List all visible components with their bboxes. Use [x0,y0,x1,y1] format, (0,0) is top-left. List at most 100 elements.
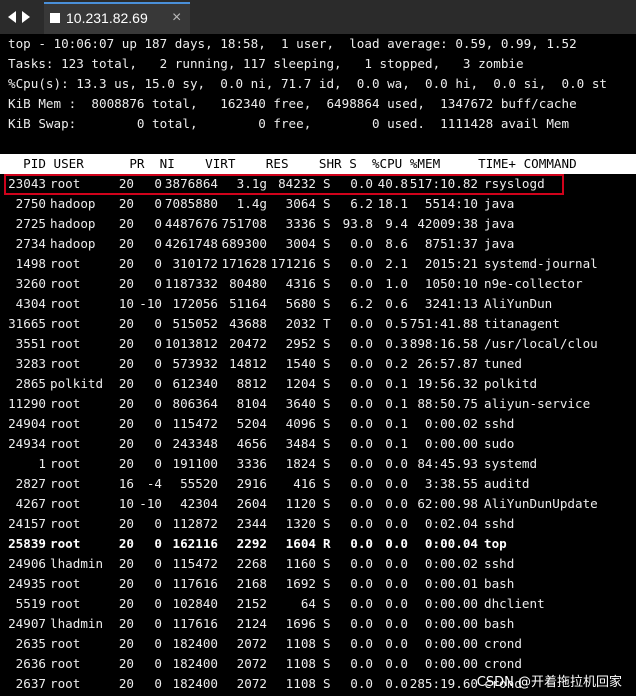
tab-title: 10.231.82.69 [66,10,148,26]
table-row: 24907 lhadmin 20 0 117616 2124 1696 S 0.0 0.0 0:00… [0,614,636,634]
cell-cmd: sshd [484,556,515,571]
cell-cpu: 0.0 [350,276,373,291]
cell-s: R [323,536,331,551]
cell-cpu: 0.0 [350,596,373,611]
cell-res: 8104 [236,396,267,411]
terminal-output[interactable]: top - 10:06:07 up 187 days, 18:58, 1 use… [0,34,636,696]
cell-time: 5514:10 [424,196,478,211]
cell-mem: 0.0 [385,636,408,651]
cell-user: root [50,396,81,411]
cell-time: 3241:13 [424,296,478,311]
cell-res: 14812 [229,356,267,371]
cell-virt: 182400 [172,676,219,691]
cell-pr: 20 [118,556,134,571]
cell-pid: 24935 [8,576,46,591]
cell-cmd: AliYunDun [484,296,553,311]
cell-pid: 4304 [15,296,46,311]
cell-cmd: java [484,236,515,251]
table-row: 2865 polkitd 20 0 612340 8812 1204 S 0.0 0.1 19:56… [0,374,636,394]
cell-cmd: titanagent [484,316,560,331]
cell-s: S [323,656,331,671]
cell-shr: 1604 [285,536,316,551]
cell-cmd: sudo [484,436,515,451]
cell-user: root [50,676,81,691]
cell-ni: 0 [154,396,162,411]
cell-user: root [50,256,81,271]
cell-user: hadoop [50,196,96,211]
chevron-left-icon[interactable] [8,11,16,23]
cell-user: root [50,636,81,651]
cell-user: root [50,316,81,331]
cell-cpu: 0.0 [350,436,373,451]
cell-s: S [323,256,331,271]
cell-ni: 0 [154,616,162,631]
cell-cpu: 0.0 [350,656,373,671]
cell-mem: 0.1 [385,436,408,451]
cell-cpu: 0.0 [350,416,373,431]
cell-mem: 0.0 [385,496,408,511]
cell-user: root [50,656,81,671]
cell-ni: 0 [154,276,162,291]
cell-res: 2072 [236,636,267,651]
cell-res: 43688 [229,316,267,331]
cell-res: 751708 [221,216,268,231]
cell-cpu: 0.0 [350,676,373,691]
cell-res: 80480 [229,276,267,291]
cell-res: 1.4g [236,196,267,211]
cell-virt: 42304 [180,496,218,511]
close-icon[interactable]: × [172,9,181,27]
cell-virt: 806364 [172,396,219,411]
cell-cmd: crond [484,636,522,651]
table-row: 2750 hadoop 20 0 7085880 1.4g 3064 S 6.2 18.1 5514… [0,194,636,214]
cell-cpu: 6.2 [350,296,373,311]
cell-pr: 20 [118,396,134,411]
table-row: 24934 root 20 0 243348 4656 3484 S 0.0 0.1 0:00.00… [0,434,636,454]
session-tab[interactable]: 10.231.82.69 × [44,2,190,34]
cell-cmd: auditd [484,476,530,491]
cell-shr: 1692 [285,576,316,591]
cell-s: S [323,356,331,371]
table-row: 3283 root 20 0 573932 14812 1540 S 0.0 0.2 26:57.8… [0,354,636,374]
cell-pr: 20 [118,316,134,331]
cell-shr: 4316 [285,276,316,291]
cell-pr: 20 [118,236,134,251]
cell-virt: 1013812 [164,336,218,351]
cell-shr: 416 [293,476,316,491]
cell-mem: 0.0 [385,536,408,551]
cell-s: S [323,336,331,351]
watermark: CSDN @开着拖拉机回家 [476,675,622,690]
cell-mem: 9.4 [385,216,408,231]
cell-cmd: n9e-collector [484,276,583,291]
cell-user: root [50,276,81,291]
cell-time: 0:00.00 [424,436,478,451]
cell-res: 2344 [236,516,267,531]
cell-time: 0:00.02 [424,556,478,571]
cell-cmd: systemd [484,456,538,471]
table-row: 2725 hadoop 20 0 4487676 751708 3336 S 93.8 9.4 42… [0,214,636,234]
cell-virt: 182400 [172,636,219,651]
cell-mem: 0.1 [385,416,408,431]
cell-virt: 4487676 [164,216,218,231]
cell-virt: 117616 [172,616,219,631]
summary-uptime: top - 10:06:07 up 187 days, 18:58, 1 use… [8,36,577,51]
cell-s: S [323,476,331,491]
table-row: 4267 root 10 -10 42304 2604 1120 S 0.0 0.0 62:00.9… [0,494,636,514]
cell-s: S [323,276,331,291]
cell-cmd: java [484,216,515,231]
cell-ni: -10 [139,296,162,311]
cell-s: S [323,236,331,251]
cell-shr: 1160 [285,556,316,571]
cell-pid: 4267 [15,496,46,511]
cell-pr: 20 [118,616,134,631]
cell-mem: 0.0 [385,576,408,591]
cell-s: S [323,216,331,231]
cell-cmd: sshd [484,516,515,531]
cell-shr: 1204 [285,376,316,391]
cell-virt: 7085880 [164,196,218,211]
cell-pid: 31665 [8,316,46,331]
chevron-right-icon[interactable] [22,11,30,23]
cell-cmd: java [484,196,515,211]
cell-pid: 2725 [15,216,46,231]
cell-user: root [50,296,81,311]
cell-res: 3336 [236,456,267,471]
